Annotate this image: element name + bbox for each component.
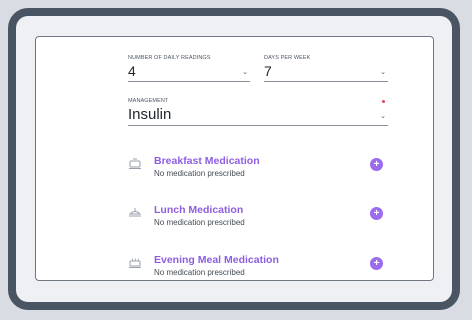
chevron-down-icon: ⌄ xyxy=(380,69,386,76)
diabetes-management-panel: NUMBER OF DAILY READINGS 4 ⌄ DAYS PER WE… xyxy=(35,36,434,281)
lunch-medication-status: No medication prescribed xyxy=(154,218,245,227)
days-per-week-label: DAYS PER WEEK xyxy=(264,55,311,61)
breakfast-medication-title: Breakfast Medication xyxy=(154,155,260,167)
evening-meal-medication-row: Evening Meal Medication No medication pr… xyxy=(128,254,388,284)
add-lunch-medication-button[interactable]: + xyxy=(370,207,383,220)
lunch-medication-row: Lunch Medication No medication prescribe… xyxy=(128,204,388,234)
add-breakfast-medication-button[interactable]: + xyxy=(370,158,383,171)
chevron-down-icon: ⌄ xyxy=(380,113,386,120)
daily-readings-select[interactable]: NUMBER OF DAILY READINGS 4 ⌄ xyxy=(128,55,250,82)
days-per-week-value: 7 xyxy=(264,63,272,79)
chevron-down-icon: ⌄ xyxy=(242,69,248,76)
management-select[interactable]: MANAGEMENT Insulin ⌄ xyxy=(128,98,388,126)
device-frame: NUMBER OF DAILY READINGS 4 ⌄ DAYS PER WE… xyxy=(8,8,460,310)
days-per-week-select[interactable]: DAYS PER WEEK 7 ⌄ xyxy=(264,55,388,82)
daily-readings-value: 4 xyxy=(128,63,136,79)
evening-meal-medication-title: Evening Meal Medication xyxy=(154,254,279,266)
breakfast-medication-status: No medication prescribed xyxy=(154,169,245,178)
evening-meal-medication-status: No medication prescribed xyxy=(154,268,245,277)
lunch-medication-title: Lunch Medication xyxy=(154,204,244,216)
breakfast-icon xyxy=(128,157,142,169)
device-screen: NUMBER OF DAILY READINGS 4 ⌄ DAYS PER WE… xyxy=(16,16,452,302)
breakfast-medication-row: Breakfast Medication No medication presc… xyxy=(128,155,388,185)
evening-meal-icon xyxy=(128,256,142,268)
required-indicator xyxy=(382,100,385,103)
daily-readings-label: NUMBER OF DAILY READINGS xyxy=(128,55,211,61)
lunch-icon xyxy=(128,206,142,218)
management-label: MANAGEMENT xyxy=(128,98,169,104)
management-value: Insulin xyxy=(128,106,172,123)
add-evening-meal-medication-button[interactable]: + xyxy=(370,257,383,270)
